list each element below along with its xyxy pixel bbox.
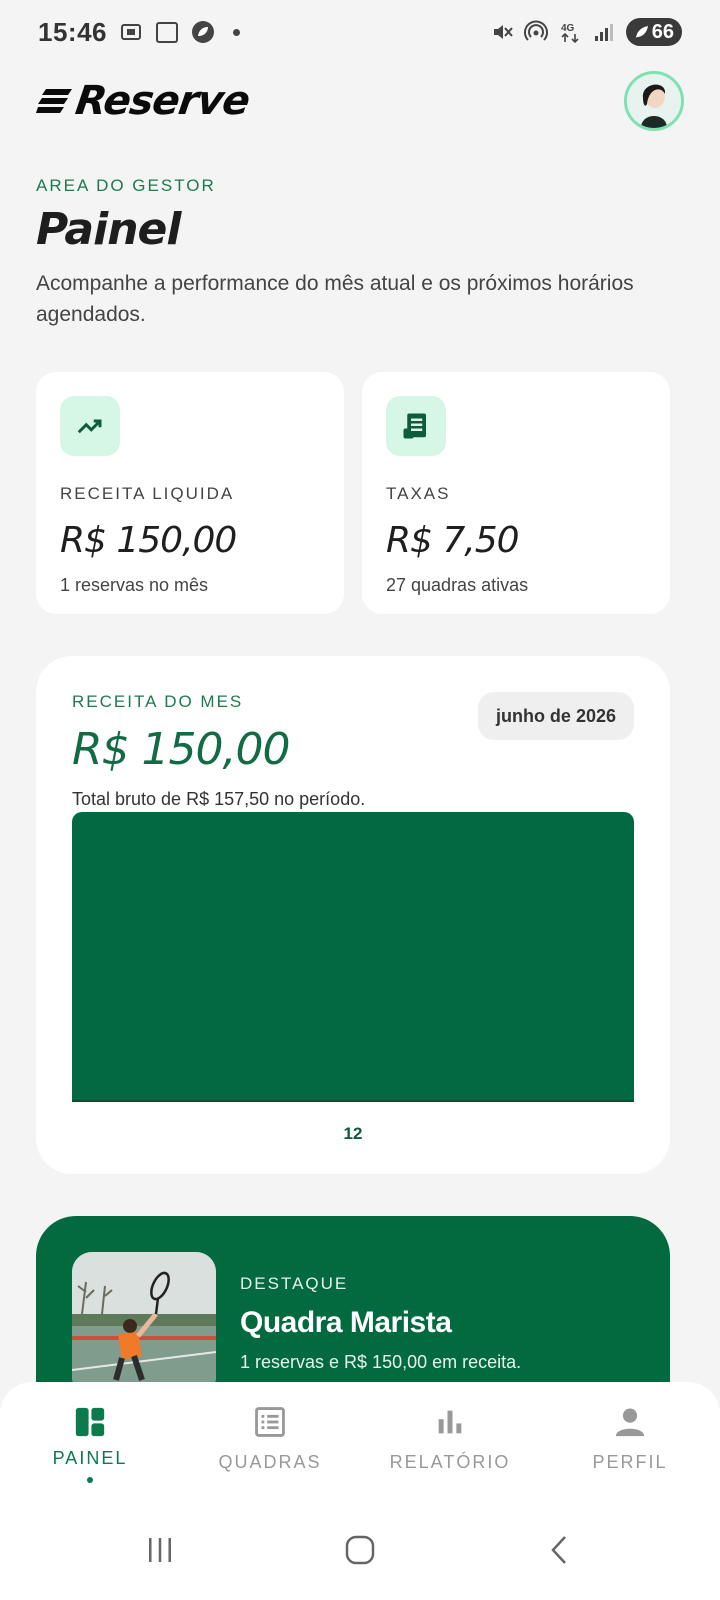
nav-label: RELATÓRIO: [389, 1452, 511, 1472]
trending-up-icon: [60, 396, 120, 456]
nav-item-quadras[interactable]: QUADRAS: [190, 1404, 350, 1473]
fees-card[interactable]: TAXAS R$ 7,50 27 quadras ativas: [362, 372, 670, 614]
section-label: AREA DO GESTOR: [36, 176, 216, 195]
battery-level: 66: [651, 20, 674, 43]
court-photo: [72, 1252, 216, 1396]
battery-leaf-icon: [635, 26, 648, 38]
recent-apps-button[interactable]: [120, 1520, 200, 1580]
notification-dot: [233, 28, 240, 36]
stat-subtext: 1 reservas no mês: [60, 575, 209, 595]
stat-label: RECEITA LIQUIDA: [60, 484, 235, 503]
nav-item-perfil[interactable]: PERFIL: [550, 1404, 710, 1473]
nav-item-relatorio[interactable]: RELATÓRIO: [370, 1404, 530, 1473]
receipt-icon: [386, 396, 446, 456]
highlight-label: DESTAQUE: [240, 1274, 349, 1293]
stat-label: TAXAS: [386, 484, 451, 503]
stat-subtext: 27 quadras ativas: [386, 575, 529, 595]
revenue-gross-total: Total bruto de R$ 157,50 no período.: [72, 789, 366, 809]
stat-value: R$ 7,50: [386, 520, 520, 561]
hotspot-icon: [523, 20, 548, 44]
nav-item-painel[interactable]: PAINEL: [10, 1404, 170, 1483]
home-icon: [345, 1535, 375, 1565]
calendar-icon: [155, 20, 179, 44]
list-icon: [252, 1404, 288, 1440]
status-bar: 15:46 4G 66: [0, 0, 720, 64]
network-type-icon: 4G: [558, 20, 582, 44]
screenshot-icon: [119, 20, 143, 44]
dashboard-icon: [72, 1404, 108, 1440]
highlight-title: Quadra Marista: [240, 1306, 452, 1339]
app-header: Reserve: [36, 68, 684, 134]
logo-text: Reserve: [72, 78, 253, 124]
logo-stripes-icon: [36, 89, 72, 113]
chart-bar: [72, 812, 634, 1100]
home-button[interactable]: [320, 1520, 400, 1580]
page-description: Acompanhe a performance do mês atual e o…: [36, 272, 634, 326]
month-selector[interactable]: junho de 2026: [477, 692, 634, 740]
svg-text:4G: 4G: [561, 23, 575, 34]
user-avatar[interactable]: [624, 71, 684, 131]
nav-label: QUADRAS: [218, 1452, 322, 1472]
signal-icon: [592, 20, 616, 44]
mute-icon: [490, 20, 514, 44]
highlight-subtext: 1 reservas e R$ 150,00 em receita.: [240, 1352, 522, 1372]
chart-tick-label: 12: [343, 1124, 363, 1143]
back-icon: [551, 1536, 566, 1564]
battery-indicator: 66: [625, 18, 682, 46]
recents-icon: [149, 1538, 171, 1562]
page-title: Painel: [36, 204, 181, 255]
avatar-person-icon: [627, 74, 681, 128]
revenue-bar-chart: 12: [72, 812, 634, 1143]
bottom-nav: PAINEL QUADRAS RELATÓRIO PERFIL: [0, 1382, 720, 1500]
status-time: 15:46: [38, 16, 107, 47]
nav-label: PERFIL: [592, 1452, 668, 1472]
nav-label: PAINEL: [52, 1448, 128, 1468]
system-nav-bar: [0, 1500, 720, 1600]
brand-logo[interactable]: Reserve: [36, 78, 253, 124]
net-revenue-card[interactable]: RECEITA LIQUIDA R$ 150,00 1 reservas no …: [36, 372, 344, 614]
active-indicator: [87, 1477, 93, 1483]
bar-chart-icon: [432, 1404, 468, 1440]
monthly-revenue-card: RECEITA DO MES R$ 150,00 Total bruto de …: [36, 656, 670, 1174]
back-button[interactable]: [520, 1520, 600, 1580]
chart-baseline: [72, 1100, 634, 1102]
person-icon: [612, 1404, 648, 1440]
leaf-app-icon: [191, 20, 215, 44]
stat-value: R$ 150,00: [60, 520, 237, 561]
